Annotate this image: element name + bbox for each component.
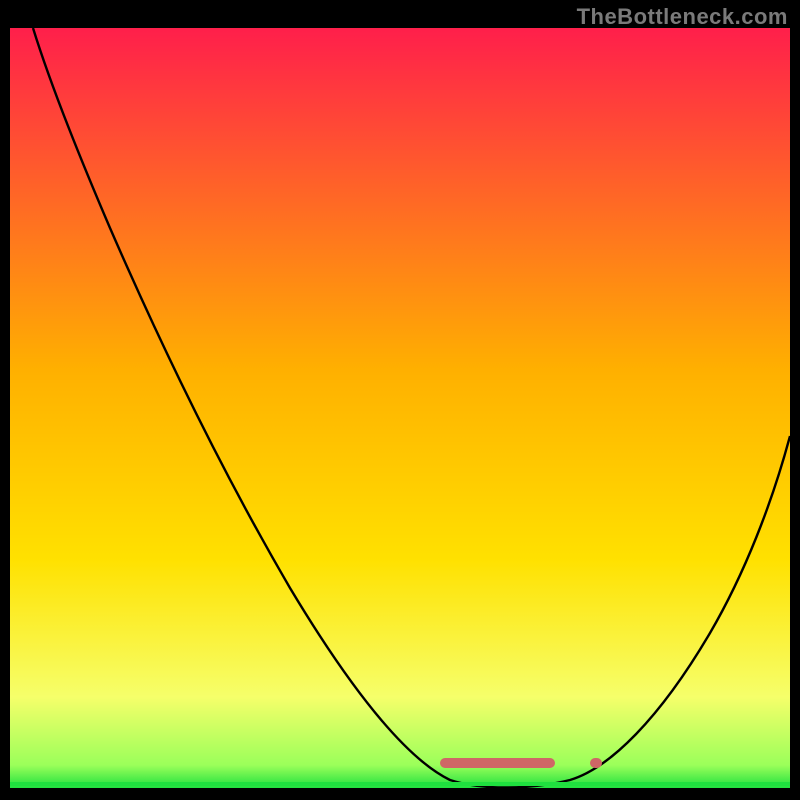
bottleneck-plot [10, 28, 790, 788]
baseline-green [10, 782, 790, 786]
optimal-point-marker [590, 758, 602, 768]
optimal-range-marker [440, 758, 555, 768]
chart-frame: TheBottleneck.com [0, 0, 800, 800]
gradient-background [10, 28, 790, 788]
watermark-text: TheBottleneck.com [577, 4, 788, 30]
